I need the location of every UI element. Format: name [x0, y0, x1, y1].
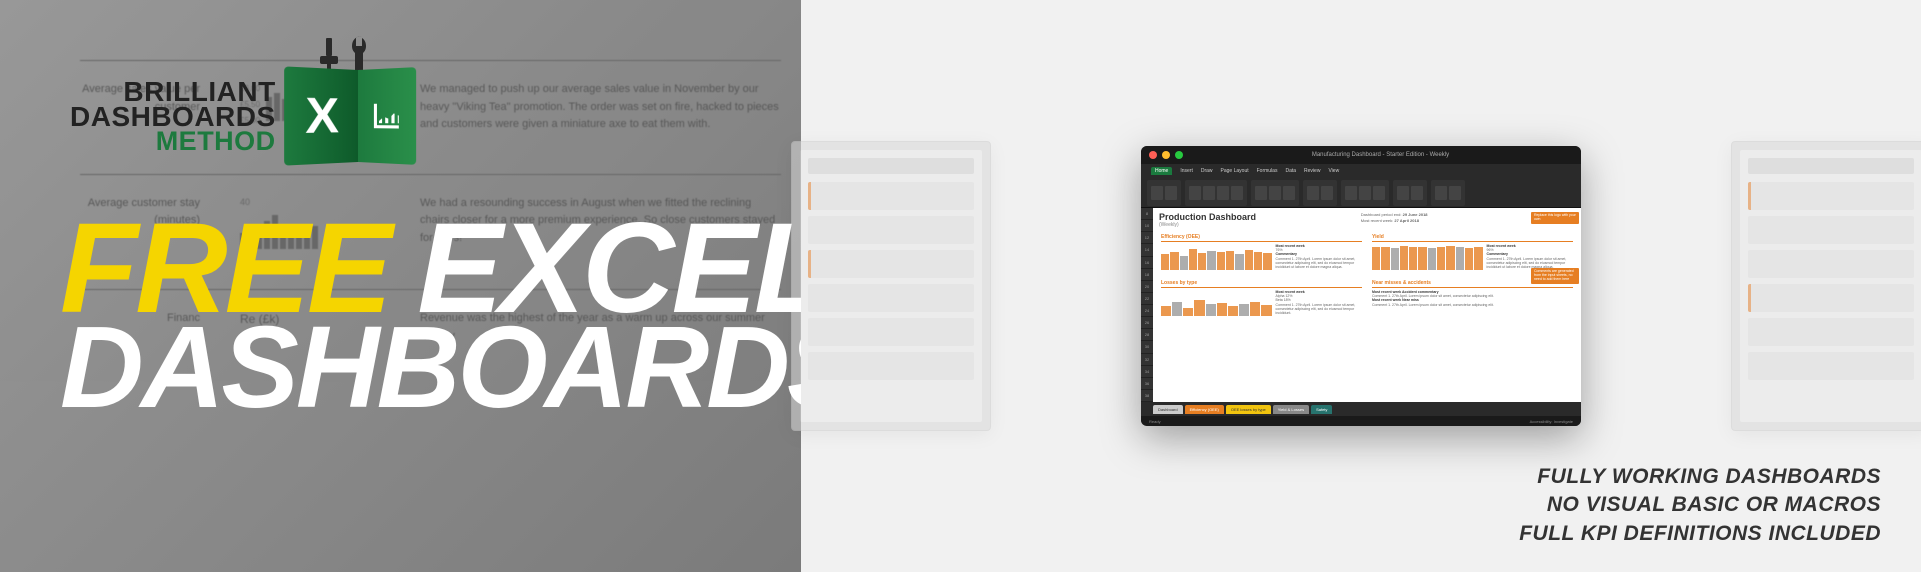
ribbon-tools — [1141, 178, 1581, 208]
ribbon-tab: Formulas — [1257, 168, 1278, 174]
sheet-tab: Safety — [1311, 405, 1332, 414]
logo-text: BRILLIANT DASHBOARDS METHOD — [70, 79, 276, 154]
kpi-yield: Yield Most recent week 96% Commentary — [1370, 232, 1575, 272]
dashboard-title: Production Dashboard — [1159, 212, 1256, 222]
ribbon-tab: View — [1328, 168, 1339, 174]
window-title: Manufacturing Dashboard - Starter Editio… — [1188, 152, 1573, 158]
close-icon — [1149, 151, 1157, 159]
overlay: BRILLIANT DASHBOARDS METHOD — [0, 0, 801, 572]
ribbon-tab: Page Layout — [1221, 168, 1249, 174]
tagline-line1: FULLY WORKING DASHBOARDS — [1519, 463, 1881, 491]
excel-book-icon: X — [288, 70, 414, 162]
status-bar: Ready Accessibility: Investigate — [1141, 416, 1581, 426]
kpi-chart — [1372, 244, 1483, 270]
sheet-tab: Efficiency (OEE) — [1185, 405, 1224, 414]
tagline-line2: NO VISUAL BASIC OR MACROS — [1519, 491, 1881, 519]
headline-dashboards: DASHBOARDS — [60, 318, 801, 417]
tagline: FULLY WORKING DASHBOARDS NO VISUAL BASIC… — [1519, 463, 1881, 548]
ribbon: Home Insert Draw Page Layout Formulas Da… — [1141, 164, 1581, 208]
left-panel: Average sales value per customer £6.00 £… — [0, 0, 801, 572]
sheet-tab: Dashboard — [1153, 405, 1183, 414]
chart-icon — [374, 103, 399, 128]
titlebar: Manufacturing Dashboard - Starter Editio… — [1141, 146, 1581, 164]
dashboard-subtitle: (Weekly) — [1159, 222, 1256, 228]
maximize-icon — [1175, 151, 1183, 159]
ribbon-tab: Insert — [1180, 168, 1193, 174]
kpi-chart — [1161, 290, 1272, 316]
excel-chart-panel — [358, 67, 416, 165]
ribbon-tabs: Home Insert Draw Page Layout Formulas Da… — [1141, 164, 1581, 178]
kpi-safety: Near misses & accidents Most recent week… — [1370, 278, 1575, 318]
ribbon-tab: Data — [1285, 168, 1296, 174]
logo-line3: METHOD — [70, 129, 276, 153]
sheet-tab: OEE losses by type — [1226, 405, 1271, 414]
ribbon-tab: Review — [1304, 168, 1320, 174]
minimize-icon — [1162, 151, 1170, 159]
row-headers: 8101214161820222426283032343638 — [1141, 208, 1153, 402]
promo-banner: Average sales value per customer £6.00 £… — [0, 0, 1921, 572]
comments-badge: Comments are generated from the input sh… — [1531, 268, 1579, 284]
sheet-tabs: Dashboard Efficiency (OEE) OEE losses by… — [1141, 402, 1581, 416]
ribbon-tab: Draw — [1201, 168, 1213, 174]
screenshot-next — [1731, 141, 1921, 431]
kpi-chart — [1161, 244, 1272, 270]
ribbon-tab-home: Home — [1151, 167, 1172, 175]
screenshot-main: Manufacturing Dashboard - Starter Editio… — [1141, 146, 1581, 426]
right-panel: Manufacturing Dashboard - Starter Editio… — [801, 0, 1921, 572]
headline: FREE EXCEL DASHBOARDS — [60, 215, 801, 416]
kpi-efficiency: Efficiency (OEE) Most recent week 76% Co… — [1159, 232, 1364, 272]
dashboard-meta: Dashboard period end: 29 June 2018 Most … — [1361, 212, 1428, 223]
replace-logo-badge: Replace this logo with your own — [1531, 212, 1579, 224]
dashboard-sheet: Production Dashboard (Weekly) Dashboard … — [1153, 208, 1581, 402]
sheet-tab: Yield & Losses — [1273, 405, 1309, 414]
excel-x-glyph: X — [305, 87, 339, 145]
excel-x-panel: X — [284, 66, 358, 165]
tagline-line3: FULL KPI DEFINITIONS INCLUDED — [1519, 520, 1881, 548]
logo: BRILLIANT DASHBOARDS METHOD — [70, 70, 414, 162]
sheet-area: 8101214161820222426283032343638 Producti… — [1141, 208, 1581, 402]
excel-book: X — [288, 70, 414, 162]
kpi-losses: Losses by type Most recent week Alpha 12… — [1159, 278, 1364, 318]
screenshot-prev — [791, 141, 991, 431]
